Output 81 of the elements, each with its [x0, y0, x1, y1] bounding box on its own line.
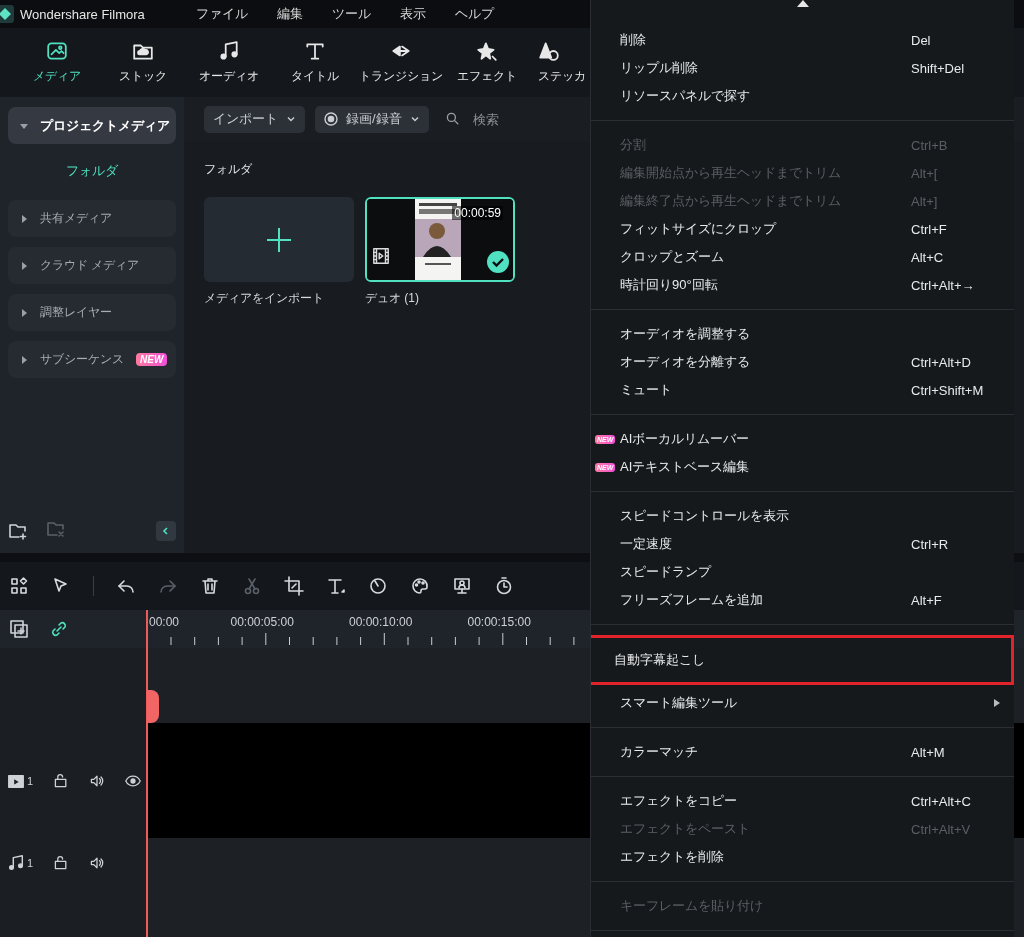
project-media-item[interactable]: プロジェクトメディア [8, 107, 176, 144]
add-folder-icon[interactable] [8, 521, 28, 541]
plus-icon [265, 225, 293, 254]
layout-icon[interactable] [9, 576, 29, 596]
time-label: 00:00:05:00 [230, 615, 294, 629]
music-note-icon [7, 854, 25, 872]
media-label: メディアをインポート [204, 290, 325, 307]
menu-item[interactable]: オーディオを分離する Ctrl+Alt+D [591, 348, 1014, 376]
film-icon [372, 247, 390, 265]
menu-item[interactable]: ミュート Ctrl+Shift+M [591, 376, 1014, 404]
sticker-icon [538, 40, 560, 62]
menu-item[interactable]: オーディオを調整する [591, 320, 1014, 348]
time-label: 00:00:15:00 [467, 615, 531, 629]
clip-thumbnail[interactable]: 00:00:59 [365, 197, 515, 282]
menu-item[interactable]: スピードコントロールを表示 [591, 502, 1014, 530]
panel-tab[interactable]: タイトル [272, 28, 358, 97]
menu-bar-item[interactable]: 表示 [400, 5, 426, 23]
menu-item[interactable]: 一定速度 Ctrl+R [591, 530, 1014, 558]
menu-item[interactable]: 時計回り90°回転 Ctrl+Alt+→ [591, 271, 1014, 299]
record-icon [324, 112, 338, 126]
record-dropdown[interactable]: 録画/録音 [315, 105, 429, 133]
menu-item[interactable]: フリーズフレームを追加 Alt+F [591, 586, 1014, 614]
menu-item[interactable]: リソースパネルで探す [591, 82, 1014, 110]
menu-item[interactable]: 自動字幕起こし [591, 635, 1014, 685]
menu-item[interactable]: 削除 Del [591, 26, 1014, 54]
logo-icon [0, 5, 14, 23]
app-title: Wondershare Filmora [20, 6, 146, 22]
time-label: 00:00:10:00 [349, 615, 413, 629]
media-label: デュオ (1) [365, 290, 420, 307]
panel-tab[interactable]: ステッカ [530, 28, 590, 97]
sidebar-item[interactable]: クラウド メディア [8, 247, 176, 284]
panel-tab[interactable]: オーディオ [186, 28, 272, 97]
track-number: 1 [27, 774, 34, 787]
speed-icon[interactable] [368, 576, 388, 596]
trash-icon[interactable] [200, 576, 220, 596]
panel-tab[interactable]: メディア [14, 28, 100, 97]
presenter-icon[interactable] [452, 576, 472, 596]
panel-tab[interactable]: エフェクト [444, 28, 530, 97]
collapse-button[interactable] [156, 521, 176, 541]
time-label: 00:00 [149, 615, 180, 629]
sidebar-item[interactable]: 共有メディア [8, 200, 176, 237]
sidebar-item[interactable]: サブシーケンス NEW [8, 341, 176, 378]
panel-tab[interactable]: トランジション [358, 28, 444, 97]
search-icon [444, 111, 461, 127]
palette-icon[interactable] [410, 576, 430, 596]
menu-item[interactable]: リップル削除 Shift+Del [591, 54, 1014, 82]
chevron-down-icon [286, 114, 296, 124]
music-note-icon [218, 40, 240, 62]
folder-item[interactable]: フォルダ [8, 154, 176, 190]
menu-item[interactable]: フィットサイズにクロップ Ctrl+F [591, 215, 1014, 243]
duration-label: 00:00:59 [452, 206, 503, 220]
link-icon[interactable] [49, 619, 69, 639]
menu-item[interactable]: エフェクトをコピー Ctrl+Alt+C [591, 787, 1014, 815]
media-icon [46, 40, 68, 62]
menu-bar-item[interactable]: ファイル [196, 5, 248, 23]
menu-item[interactable]: スピードランプ [591, 558, 1014, 586]
scroll-up-arrow-icon[interactable] [797, 0, 809, 7]
add-track-icon[interactable] [9, 619, 29, 639]
track-number: 1 [27, 857, 34, 869]
check-icon [486, 250, 510, 274]
menu-bar-item[interactable]: ヘルプ [455, 5, 494, 23]
sidebar-item[interactable]: 調整レイヤー [8, 294, 176, 331]
volume-icon[interactable] [89, 855, 106, 871]
crop-icon[interactable] [284, 576, 304, 596]
search-field[interactable]: 検索 [470, 110, 575, 128]
new-badge: NEW [136, 353, 168, 366]
import-dropdown[interactable]: インポート [204, 105, 305, 133]
submenu-arrow-icon [994, 699, 1000, 707]
chevron-down-icon [409, 114, 420, 124]
chevron-left-icon [161, 526, 171, 536]
menu-bar-item[interactable]: ツール [332, 5, 371, 23]
menu-item[interactable]: カラーマッチ Alt+M [591, 738, 1014, 766]
playhead-marker[interactable] [147, 690, 159, 723]
stopwatch-icon[interactable] [494, 576, 514, 596]
menu-bar-item[interactable]: 編集 [277, 5, 303, 23]
sparkle-star-icon [476, 40, 498, 62]
panel-tab[interactable]: ストック [100, 28, 186, 97]
menu-item[interactable]: スマート編集ツール [591, 689, 1014, 717]
text-icon[interactable] [326, 576, 346, 596]
folder-heading: フォルダ [203, 161, 252, 178]
menu-item[interactable]: クロップとズーム Alt+C [591, 243, 1014, 271]
